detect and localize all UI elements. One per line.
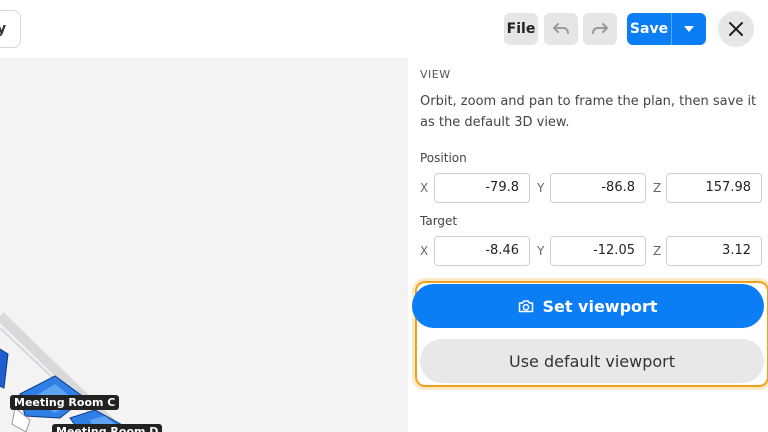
target-y-field[interactable]: -12.05: [550, 236, 646, 266]
position-x-label: X: [420, 181, 429, 195]
position-label: Position: [420, 151, 467, 165]
close-icon: [729, 22, 743, 36]
section-title: VIEW: [420, 68, 451, 81]
file-menu-button[interactable]: File: [504, 13, 538, 45]
redo-icon: [592, 23, 608, 34]
caret-down-icon: [684, 26, 694, 32]
target-x-label: X: [420, 244, 429, 258]
undo-button[interactable]: [544, 13, 578, 45]
target-y-label: Y: [537, 244, 545, 258]
close-button[interactable]: [718, 11, 754, 47]
3d-viewport-canvas[interactable]: Meeting Room C Meeting Room D: [0, 58, 408, 432]
undo-icon: [553, 23, 569, 34]
view-description: Orbit, zoom and pan to frame the plan, t…: [420, 94, 757, 130]
floor-plan-3d-render: [0, 312, 136, 432]
redo-button[interactable]: [583, 13, 617, 45]
top-toolbar: y File Save: [0, 0, 768, 58]
target-z-label: Z: [653, 244, 662, 258]
set-viewport-button[interactable]: Set viewport: [412, 284, 764, 328]
position-y-field[interactable]: -86.8: [550, 173, 646, 203]
target-x-field[interactable]: -8.46: [434, 236, 530, 266]
save-options-button[interactable]: [672, 13, 706, 45]
set-viewport-label: Set viewport: [542, 296, 658, 316]
room-label-meeting-room-d[interactable]: Meeting Room D: [52, 424, 163, 432]
target-label: Target: [420, 214, 458, 228]
save-button[interactable]: Save: [627, 13, 671, 45]
use-default-viewport-button[interactable]: Use default viewport: [420, 339, 764, 383]
camera-icon: [519, 300, 534, 313]
room-label-meeting-room-c[interactable]: Meeting Room C: [10, 395, 120, 410]
save-button-group: Save: [627, 13, 706, 45]
view-tab[interactable]: y: [0, 10, 21, 48]
target-z-field[interactable]: 3.12: [666, 236, 762, 266]
position-z-label: Z: [653, 181, 662, 195]
position-x-field[interactable]: -79.8: [434, 173, 530, 203]
position-z-field[interactable]: 157.98: [666, 173, 762, 203]
position-y-label: Y: [537, 181, 545, 195]
